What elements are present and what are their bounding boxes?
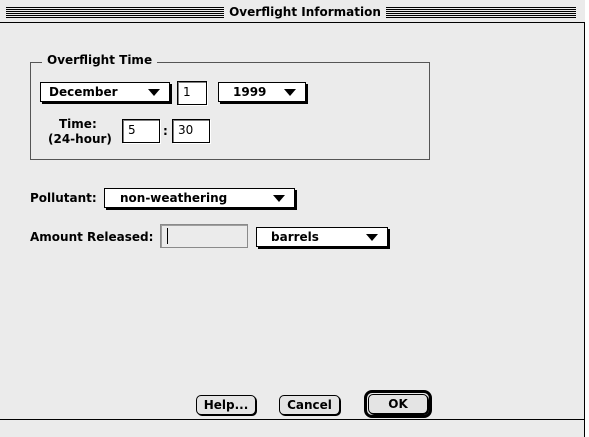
minute-field[interactable]: 30 bbox=[172, 119, 210, 143]
dialog-window: Overflight Information Overflight Time D… bbox=[0, 0, 585, 437]
day-value: 1 bbox=[183, 85, 191, 99]
month-value: December bbox=[49, 85, 118, 99]
popup-arrow-icon bbox=[148, 89, 160, 96]
window-title: Overflight Information bbox=[229, 5, 381, 19]
pollutant-value: non-weathering bbox=[120, 191, 228, 205]
hour-field[interactable]: 5 bbox=[122, 119, 160, 143]
cancel-button[interactable]: Cancel bbox=[279, 395, 340, 415]
text-cursor bbox=[167, 228, 168, 244]
popup-arrow-icon bbox=[366, 234, 378, 241]
pollutant-popup[interactable]: non-weathering bbox=[104, 188, 295, 208]
amount-unit-popup[interactable]: barrels bbox=[256, 227, 388, 247]
month-popup[interactable]: December bbox=[40, 82, 170, 102]
hour-value: 5 bbox=[128, 123, 136, 137]
year-value: 1999 bbox=[233, 85, 267, 99]
title-bar-stripes-right bbox=[386, 7, 576, 18]
time-label: Time: bbox=[59, 117, 97, 131]
year-popup[interactable]: 1999 bbox=[218, 82, 306, 102]
overflight-time-group-title: Overflight Time bbox=[42, 53, 158, 68]
minute-value: 30 bbox=[178, 123, 194, 137]
ok-button[interactable]: OK bbox=[368, 394, 428, 414]
day-field[interactable]: 1 bbox=[177, 81, 207, 105]
title-bar-stripes-left bbox=[6, 7, 224, 18]
popup-arrow-icon bbox=[284, 89, 296, 96]
amount-released-label: Amount Released: bbox=[30, 230, 154, 244]
amount-released-field[interactable] bbox=[160, 224, 248, 248]
popup-arrow-icon bbox=[273, 195, 285, 202]
pollutant-label: Pollutant: bbox=[30, 191, 97, 205]
amount-unit-value: barrels bbox=[271, 230, 319, 244]
window-bottom-edge bbox=[0, 419, 585, 420]
help-button[interactable]: Help... bbox=[196, 395, 256, 415]
title-bar[interactable]: Overflight Information bbox=[0, 0, 585, 23]
time-format-label: (24-hour) bbox=[48, 132, 112, 146]
time-colon: : bbox=[163, 124, 168, 138]
